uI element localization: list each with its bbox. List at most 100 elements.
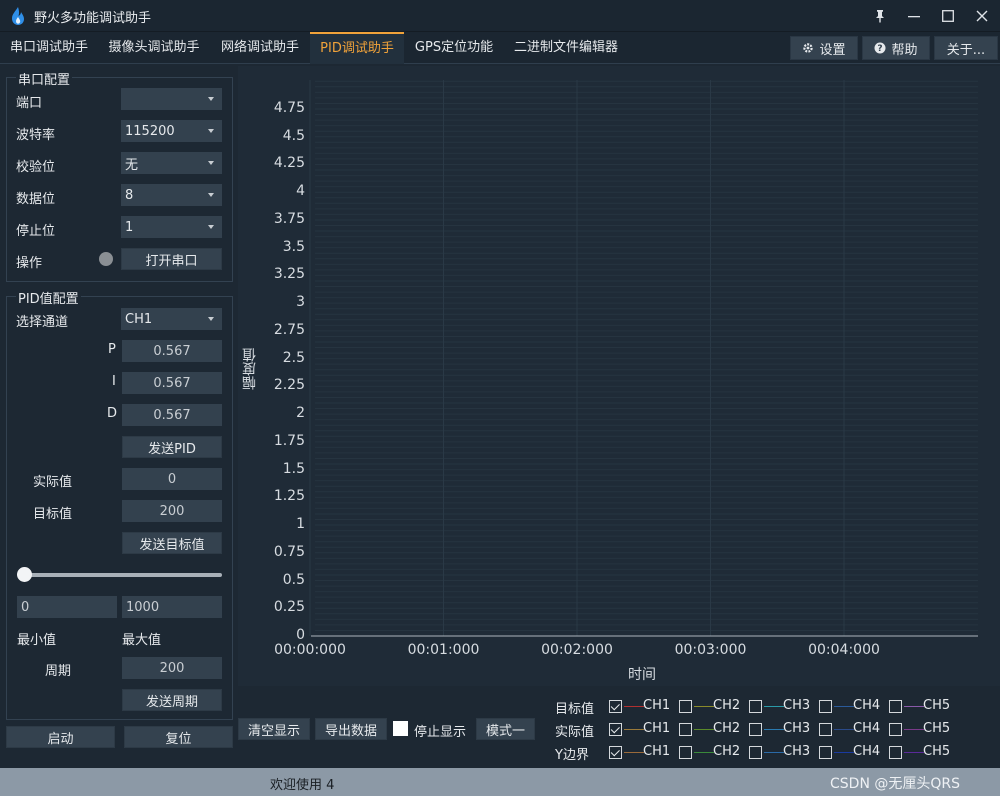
x-tick-label: 00:02:000 [541,642,613,658]
legend-channel-label: CH3 [783,721,811,736]
legend-channel-label: CH5 [923,744,951,759]
slider-min-input[interactable]: 0 [17,596,117,618]
help-label: 帮助 [891,42,918,58]
flame-logo-icon [12,7,24,25]
legend-checkbox-ch4[interactable] [819,700,832,713]
legend-channel-label: CH1 [643,721,671,736]
maximize-button[interactable] [934,4,962,28]
about-button[interactable]: 关于... [934,36,998,60]
legend-color-swatch [904,729,924,730]
tab-serial-assistant[interactable]: 串口调试助手 [0,32,98,64]
send-pid-button[interactable]: 发送PID [122,436,222,458]
legend-channel-label: CH1 [643,744,671,759]
parity-value: 无 [125,157,139,173]
d-input[interactable]: 0.567 [122,404,222,426]
actual-value-field[interactable]: 0 [122,468,222,490]
x-tick-label: 00:01:000 [407,642,480,658]
period-input[interactable]: 200 [122,657,222,679]
legend-color-swatch [694,729,714,730]
stopbits-select[interactable]: 1 [121,216,222,238]
legend-checkbox-ch4[interactable] [819,746,832,759]
p-label: P [108,342,116,357]
legend-checkbox-ch3[interactable] [749,723,762,736]
channel-value: CH1 [125,311,153,327]
legend-channel-label: CH2 [713,744,741,759]
legend-color-swatch [764,729,784,730]
target-value-label: 目标值 [33,507,73,522]
i-input[interactable]: 0.567 [122,372,222,394]
x-tick-label: 00:04:000 [808,642,880,658]
legend-color-swatch [624,706,644,707]
legend-checkbox-ch2[interactable] [679,723,692,736]
tab-gps[interactable]: GPS定位功能 [404,32,504,64]
reset-button[interactable]: 复位 [124,726,233,748]
target-value-field[interactable]: 200 [122,500,222,522]
y-tick-label: 3.5 [282,238,305,255]
y-tick-label: 3.75 [273,210,305,227]
send-period-button[interactable]: 发送周期 [122,689,222,711]
operation-label: 操作 [16,256,43,271]
y-tick-label: 2 [296,405,305,422]
legend-channel-label: CH4 [853,744,881,759]
y-tick-label: 1.25 [273,488,305,505]
mode-button[interactable]: 模式一 [476,718,535,740]
baud-select[interactable]: 115200 [121,120,222,142]
settings-button[interactable]: 设置 [790,36,858,60]
legend-row-label: Y边界 [555,748,589,763]
plot-canvas [309,80,978,637]
send-target-button[interactable]: 发送目标值 [122,532,222,554]
tab-network-assistant[interactable]: 网络调试助手 [210,32,310,64]
legend-color-swatch [904,752,924,753]
maximize-icon [942,10,954,22]
range-slider-handle[interactable] [17,567,32,582]
main-tab-bar: 串口调试助手 摄像头调试助手 网络调试助手 PID调试助手 GPS定位功能 二进… [0,32,1000,64]
pid-plot[interactable]: 幅度值 时间 4.75 4.5 4.25 4 3.75 3.5 3.25 3 2.75 2.5 2.… [238,66,1000,686]
legend-checkbox-ch1[interactable] [609,746,622,759]
port-select[interactable] [121,88,222,110]
y-tick-label: 4.5 [282,127,305,144]
legend-checkbox-ch5[interactable] [889,723,902,736]
open-port-button[interactable]: 打开串口 [121,248,222,270]
parity-select[interactable]: 无 [121,152,222,174]
pin-icon [876,10,884,23]
legend-checkbox-ch5[interactable] [889,746,902,759]
x-tick-label: 00:03:000 [674,642,747,658]
range-slider-track[interactable] [18,573,222,577]
baud-value: 115200 [125,123,175,139]
slider-max-input[interactable]: 1000 [122,596,222,618]
stop-display-checkbox[interactable] [393,721,408,736]
minimize-button[interactable] [900,4,928,28]
legend-checkbox-ch2[interactable] [679,700,692,713]
minimize-icon [908,16,920,18]
legend-checkbox-ch3[interactable] [749,746,762,759]
help-button[interactable]: ? 帮助 [862,36,930,60]
databits-select[interactable]: 8 [121,184,222,206]
clear-display-button[interactable]: 清空显示 [238,718,310,740]
legend-checkbox-ch4[interactable] [819,723,832,736]
close-button[interactable] [968,4,996,28]
legend-checkbox-ch5[interactable] [889,700,902,713]
window-title: 野火多功能调试助手 [34,11,152,26]
legend-channel-label: CH5 [923,698,951,713]
legend-checkbox-ch3[interactable] [749,700,762,713]
legend-checkbox-ch2[interactable] [679,746,692,759]
y-tick-label: 0 [296,627,305,643]
start-button[interactable]: 启动 [6,726,115,748]
tab-pid-assistant[interactable]: PID调试助手 [310,32,404,64]
close-icon [976,10,988,22]
p-input[interactable]: 0.567 [122,340,222,362]
legend-channel-label: CH2 [713,698,741,713]
pin-button[interactable] [866,4,894,28]
max-value-label: 最大值 [122,633,162,648]
port-status-indicator [99,252,113,266]
legend-checkbox-ch1[interactable] [609,723,622,736]
channel-select[interactable]: CH1 [121,308,222,330]
baud-label: 波特率 [16,128,56,143]
tab-camera-assistant[interactable]: 摄像头调试助手 [98,32,210,64]
legend-checkbox-ch1[interactable] [609,700,622,713]
tab-binary-editor[interactable]: 二进制文件编辑器 [504,32,628,64]
export-data-button[interactable]: 导出数据 [315,718,387,740]
legend-channel-label: CH2 [713,721,741,736]
stop-display-label: 停止显示 [414,725,467,740]
y-tick-label: 0.75 [273,543,305,560]
